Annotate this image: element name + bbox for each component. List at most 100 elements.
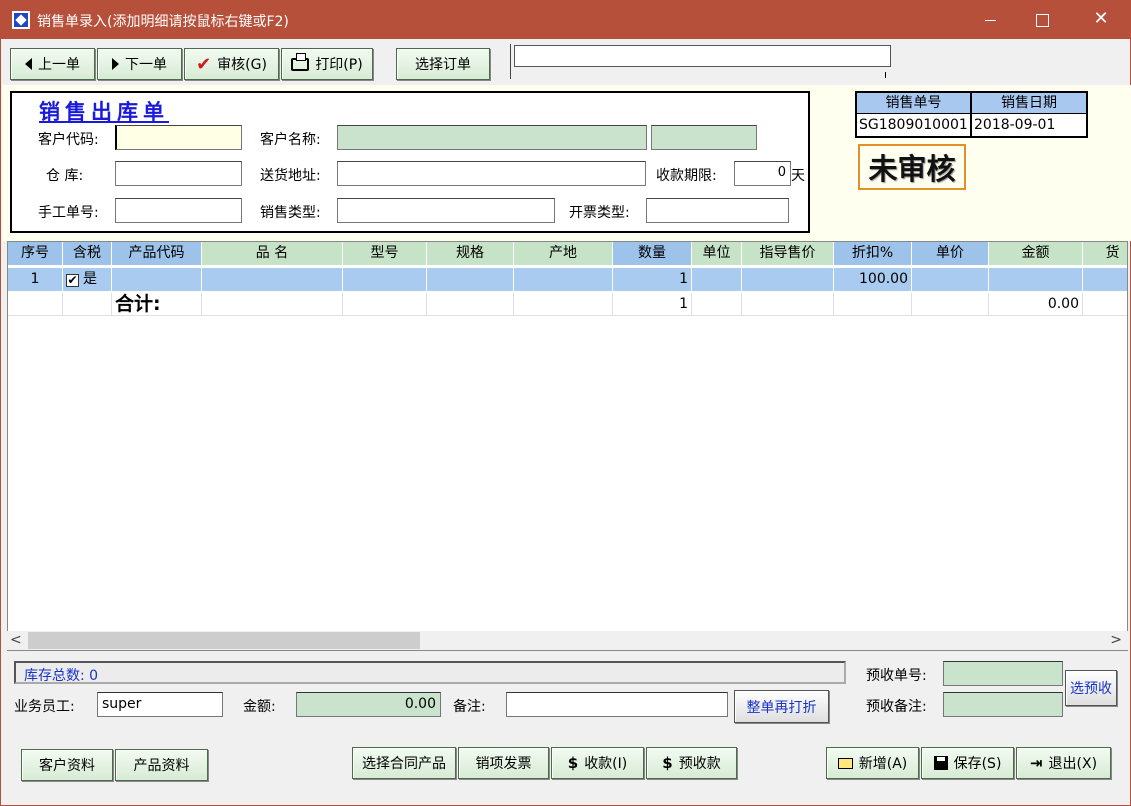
prepay-label: 预收款 — [678, 756, 721, 772]
warehouse-input[interactable] — [115, 161, 242, 186]
payment-term-input[interactable]: 0 — [734, 161, 791, 186]
receive-label: 收款(I) — [584, 756, 628, 772]
arrow-left-icon — [25, 58, 32, 70]
scroll-left-icon[interactable]: < — [10, 632, 22, 648]
cell-code[interactable] — [112, 268, 202, 291]
address-input[interactable] — [337, 161, 646, 186]
stock-status-bar: 库存总数: 0 — [14, 661, 846, 684]
col-header[interactable]: 单价 — [912, 242, 989, 265]
prepay-remark-input[interactable] — [943, 692, 1063, 717]
col-header[interactable]: 含税 — [63, 242, 112, 265]
col-header[interactable]: 折扣% — [834, 242, 912, 265]
contract-products-button[interactable]: 选择合同产品 — [352, 747, 456, 779]
print-button[interactable]: 打印(P) — [281, 48, 373, 80]
total-cell — [8, 293, 63, 316]
title-bar[interactable]: 销售单录入(添加明细请按鼠标右键或F2) ✕ — [1, 1, 1130, 39]
sales-type-input[interactable] — [337, 198, 555, 223]
payment-term-label: 收款期限: — [656, 168, 717, 184]
customer-name-input[interactable] — [337, 125, 647, 150]
order-no-value: SG1809010001 — [857, 114, 972, 136]
prev-order-label: 上一单 — [38, 57, 80, 73]
cell-name[interactable] — [202, 268, 343, 291]
payment-term-unit: 天 — [791, 168, 805, 184]
audit-button[interactable]: ✔ 审核(G) — [184, 48, 279, 80]
receive-button[interactable]: $ 收款(I) — [551, 747, 644, 779]
prev-order-button[interactable]: 上一单 — [10, 48, 95, 80]
cell-guide-price[interactable] — [742, 268, 834, 291]
cell-discount[interactable]: 100.00 — [834, 268, 912, 291]
col-header[interactable]: 产品代码 — [112, 242, 202, 265]
cell-qty[interactable]: 1 — [613, 268, 692, 291]
order-info-table: 销售单号 销售日期 SG1809010001 2018-09-01 — [855, 91, 1088, 138]
select-order-button[interactable]: 选择订单 — [396, 48, 490, 80]
tax-checkbox[interactable]: ✔ — [66, 274, 79, 287]
col-header[interactable]: 数量 — [613, 242, 692, 265]
cell-spec[interactable] — [427, 268, 514, 291]
cell-extra[interactable] — [1083, 268, 1127, 291]
cell-seq[interactable]: 1 — [8, 268, 63, 291]
stock-total-text: 库存总数: 0 — [24, 668, 99, 684]
scroll-right-icon[interactable]: > — [1110, 632, 1122, 648]
col-header[interactable]: 品 名 — [202, 242, 343, 265]
sales-invoice-label: 销项发票 — [475, 756, 532, 772]
customer-code-input[interactable] — [115, 125, 242, 150]
cell-amount[interactable] — [989, 268, 1083, 291]
exit-door-icon: ⇥ — [1029, 754, 1043, 772]
close-button[interactable]: ✕ — [1078, 1, 1124, 39]
contract-products-label: 选择合同产品 — [362, 756, 446, 772]
minimize-button[interactable] — [967, 1, 1013, 39]
maximize-button[interactable] — [1018, 1, 1064, 39]
floppy-disk-icon — [933, 756, 948, 770]
col-header[interactable]: 型号 — [343, 242, 427, 265]
customer-name-extra-input[interactable] — [651, 125, 757, 150]
select-prepay-button[interactable]: 选预收 — [1065, 670, 1117, 706]
exit-label: 退出(X) — [1048, 756, 1098, 772]
next-order-button[interactable]: 下一单 — [97, 48, 182, 80]
cell-unit[interactable] — [692, 268, 742, 291]
col-header[interactable]: 金额 — [989, 242, 1083, 265]
invoice-type-input[interactable] — [646, 198, 789, 223]
progress-bracket — [510, 44, 513, 79]
total-qty: 1 — [613, 293, 692, 316]
total-amount: 0.00 — [989, 293, 1083, 316]
scroll-thumb[interactable] — [28, 632, 420, 649]
col-header[interactable]: 序号 — [8, 242, 63, 265]
app-icon — [12, 11, 30, 29]
detail-grid[interactable]: 序号 含税 产品代码 品 名 型号 规格 产地 数量 单位 指导售价 折扣% 单… — [7, 241, 1128, 651]
sales-invoice-button[interactable]: 销项发票 — [458, 747, 549, 779]
cell-price[interactable] — [912, 268, 989, 291]
rediscount-button[interactable]: 整单再打折 — [734, 690, 829, 723]
customer-info-button[interactable]: 客户资料 — [21, 749, 113, 781]
product-info-button[interactable]: 产品资料 — [115, 749, 208, 781]
col-header[interactable]: 指导售价 — [742, 242, 834, 265]
exit-button[interactable]: ⇥ 退出(X) — [1016, 747, 1111, 779]
col-header[interactable]: 货 — [1083, 242, 1127, 265]
salesperson-label: 业务员工: — [14, 699, 75, 715]
customer-name-label: 客户名称: — [260, 132, 321, 148]
product-info-label: 产品资料 — [133, 758, 190, 774]
horizontal-scrollbar[interactable]: < > — [7, 631, 1128, 650]
cell-origin[interactable] — [514, 268, 613, 291]
prepay-button[interactable]: $ 预收款 — [646, 747, 737, 779]
prepay-no-input[interactable] — [943, 661, 1063, 686]
cell-model[interactable] — [343, 268, 427, 291]
remark-label: 备注: — [453, 699, 486, 715]
cell-tax[interactable]: ✔ 是 — [63, 268, 112, 291]
table-row[interactable]: 1 ✔ 是 1 100.00 — [8, 268, 1127, 292]
col-header[interactable]: 产地 — [514, 242, 613, 265]
col-header[interactable]: 规格 — [427, 242, 514, 265]
new-label: 新增(A) — [858, 756, 908, 772]
save-button[interactable]: 保存(S) — [921, 747, 1014, 779]
document-title[interactable]: 销售出库单 — [39, 96, 169, 126]
checkmark-icon: ✔ — [196, 53, 212, 75]
audit-label: 审核(G) — [217, 57, 267, 73]
customer-code-label: 客户代码: — [38, 132, 99, 148]
order-date-value[interactable]: 2018-09-01 — [972, 114, 1086, 136]
manual-no-input[interactable] — [115, 198, 242, 223]
amount-input[interactable]: 0.00 — [296, 692, 441, 717]
col-header[interactable]: 单位 — [692, 242, 742, 265]
total-cell — [912, 293, 989, 316]
remark-input[interactable] — [506, 692, 728, 717]
salesperson-input[interactable]: super — [97, 692, 223, 717]
new-button[interactable]: 新增(A) — [826, 747, 919, 779]
